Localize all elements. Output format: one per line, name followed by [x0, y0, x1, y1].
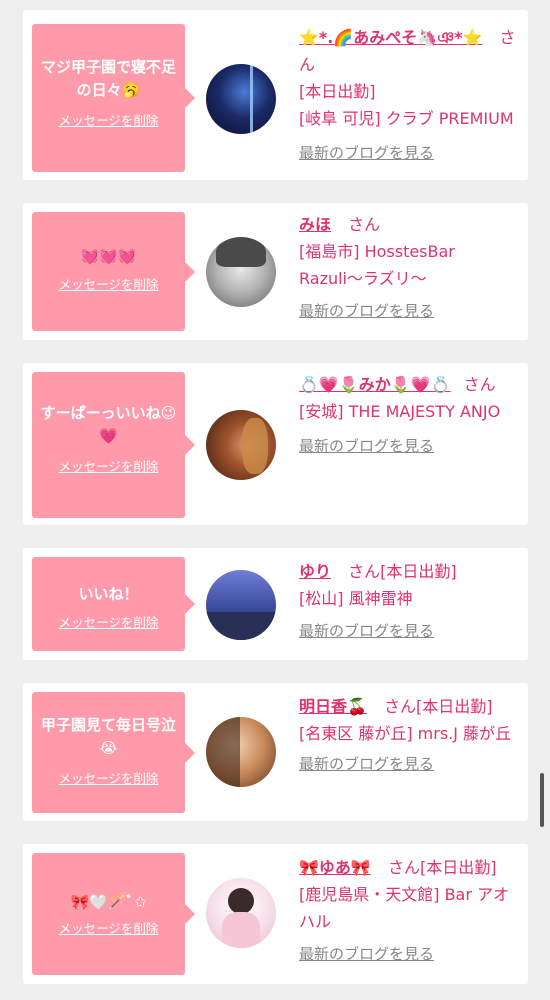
sender-info: みほ さん [福島市] HosstesBar Razuli〜ラズリ〜 最新のブロ…	[299, 211, 523, 325]
sender-info: 🎀ゆあ🎀 さん[本日出勤] [鹿児島県・天文館] Bar アオハル 最新のブログ…	[299, 854, 523, 968]
scrollbar-thumb[interactable]	[540, 773, 544, 827]
avatar[interactable]	[206, 570, 276, 640]
message-card: すーぱーっいいね😉💗 メッセージを削除 💍💗🌷みか🌷💗💍 さん [安城] THE…	[23, 363, 528, 525]
latest-blog-link[interactable]: 最新のブログを見る	[299, 140, 523, 167]
message-card: 甲子園見て毎日号泣😭 メッセージを削除 明日香🍒 さん[本日出勤] [名東区 藤…	[23, 683, 528, 821]
message-card: いいね！ メッセージを削除 ゆり さん[本日出勤] [松山] 風神雷神 最新のブ…	[23, 548, 528, 660]
message-bubble: すーぱーっいいね😉💗 メッセージを削除	[32, 372, 195, 518]
message-text: いいね！	[78, 585, 139, 603]
sender-name-link[interactable]: ゆり	[299, 562, 331, 581]
attendance-status: [本日出勤]	[299, 82, 376, 101]
latest-blog-link[interactable]: 最新のブログを見る	[299, 751, 523, 778]
sender-name-link[interactable]: 明日香🍒	[299, 697, 367, 716]
avatar[interactable]	[206, 717, 276, 787]
message-text: 🎀🤍🪄ﾞ✩	[70, 893, 147, 911]
delete-message-link[interactable]: メッセージを削除	[38, 612, 179, 631]
attendance-status: [本日出勤]	[416, 697, 493, 716]
sender-name-link[interactable]: 💍💗🌷みか🌷💗💍	[299, 375, 451, 394]
sender-info: ゆり さん[本日出勤] [松山] 風神雷神 最新のブログを見る	[299, 558, 523, 645]
sender-info: ⭐️*.🌈あみぺそ🦄ঞ*⭐️ さん [本日出勤] [岐阜 可児] クラブ PRE…	[299, 24, 523, 167]
message-bubble: 💓💓💓 メッセージを削除	[32, 212, 195, 331]
message-bubble: いいね！ メッセージを削除	[32, 557, 195, 651]
shop-name: [岐阜 可児] クラブ PREMIUM	[299, 109, 514, 128]
message-text: すーぱーっいいね😉💗	[40, 404, 177, 445]
message-card: 🎀🤍🪄ﾞ✩ メッセージを削除 🎀ゆあ🎀 さん[本日出勤] [鹿児島県・天文館] …	[23, 844, 528, 984]
sender-name-link[interactable]: 🎀ゆあ🎀	[299, 858, 371, 877]
message-bubble: 甲子園見て毎日号泣😭 メッセージを削除	[32, 692, 195, 813]
delete-message-link[interactable]: メッセージを削除	[38, 456, 179, 475]
latest-blog-link[interactable]: 最新のブログを見る	[299, 433, 523, 460]
delete-message-link[interactable]: メッセージを削除	[38, 110, 179, 129]
san-label: さん	[384, 697, 417, 716]
sender-name-link[interactable]: みほ	[299, 215, 331, 234]
message-bubble: マジ甲子園で寝不足の日々🥱 メッセージを削除	[32, 24, 195, 172]
message-text: 💓💓💓	[80, 247, 137, 265]
shop-name: [安城] THE MAJESTY ANJO	[299, 402, 501, 421]
latest-blog-link[interactable]: 最新のブログを見る	[299, 618, 523, 645]
avatar[interactable]	[206, 878, 276, 948]
sender-info: 明日香🍒 さん[本日出勤] [名東区 藤が丘] mrs.J 藤が丘 最新のブログ…	[299, 693, 523, 778]
shop-name: [松山] 風神雷神	[299, 589, 413, 608]
sender-info: 💍💗🌷みか🌷💗💍 さん [安城] THE MAJESTY ANJO 最新のブログ…	[299, 371, 523, 460]
shop-name: [名東区 藤が丘] mrs.J 藤が丘	[299, 724, 512, 743]
avatar[interactable]	[206, 410, 276, 480]
san-label: さん	[463, 375, 496, 394]
message-card: マジ甲子園で寝不足の日々🥱 メッセージを削除 ⭐️*.🌈あみぺそ🦄ঞ*⭐️ さん…	[23, 10, 528, 180]
message-text: 甲子園見て毎日号泣😭	[40, 716, 176, 757]
shop-name: [鹿児島県・天文館] Bar アオハル	[299, 885, 510, 931]
delete-message-link[interactable]: メッセージを削除	[38, 918, 179, 937]
message-text: マジ甲子園で寝不足の日々🥱	[40, 58, 176, 99]
attendance-status: [本日出勤]	[419, 858, 497, 877]
message-card: 💓💓💓 メッセージを削除 みほ さん [福島市] HosstesBar Razu…	[23, 203, 528, 340]
latest-blog-link[interactable]: 最新のブログを見る	[299, 941, 523, 968]
sender-name-link[interactable]: ⭐️*.🌈あみぺそ🦄ঞ*⭐️	[299, 28, 482, 47]
san-label: さん	[387, 858, 420, 877]
san-label: さん	[348, 215, 381, 234]
delete-message-link[interactable]: メッセージを削除	[38, 274, 179, 293]
message-bubble: 🎀🤍🪄ﾞ✩ メッセージを削除	[32, 853, 195, 975]
avatar[interactable]	[206, 64, 276, 134]
delete-message-link[interactable]: メッセージを削除	[38, 768, 179, 787]
attendance-status: [本日出勤]	[380, 562, 457, 581]
avatar[interactable]	[206, 237, 276, 307]
shop-name: [福島市] HosstesBar Razuli〜ラズリ〜	[299, 242, 455, 288]
latest-blog-link[interactable]: 最新のブログを見る	[299, 298, 523, 325]
san-label: さん	[348, 562, 381, 581]
